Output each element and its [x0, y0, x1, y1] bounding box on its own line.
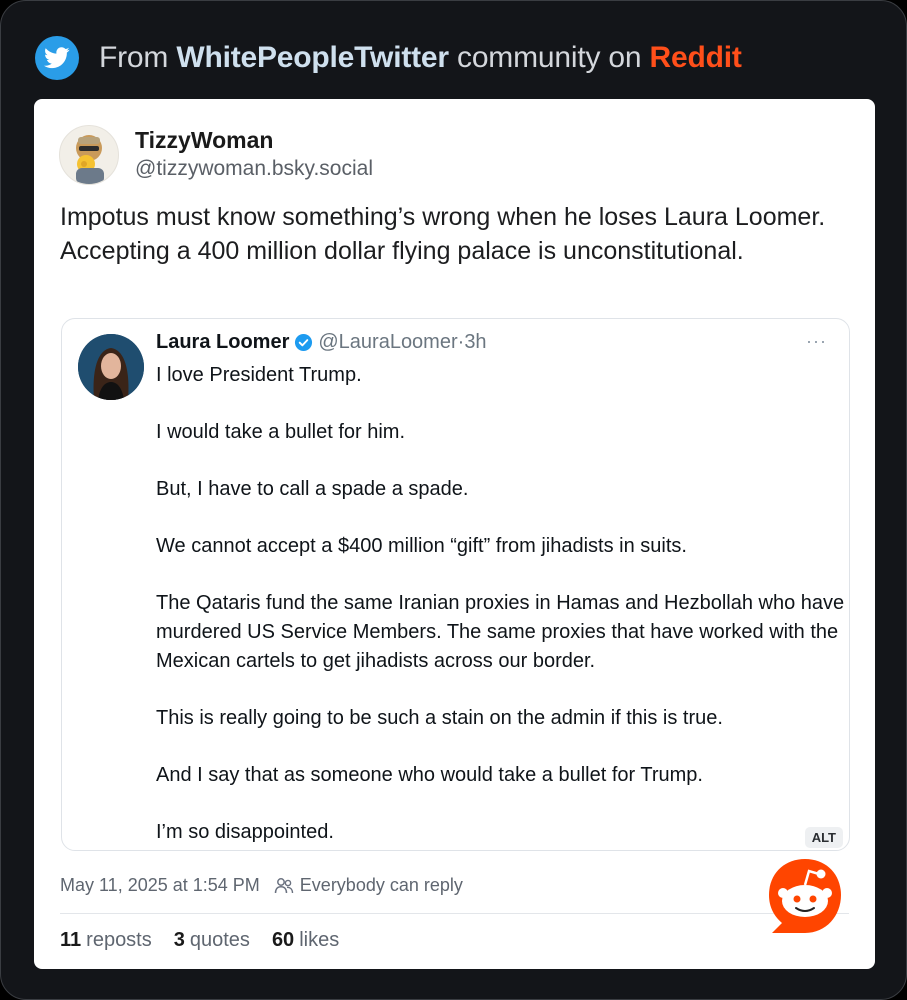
likes-label: likes [299, 929, 340, 951]
likes-count: 60 [271, 929, 295, 951]
author-handle[interactable]: @tizzywoman.bsky.social [135, 157, 373, 181]
post-card: TizzyWoman @tizzywoman.bsky.social Impot… [34, 99, 875, 969]
quoted-paragraph: This is really going to be such a stain … [156, 707, 723, 729]
caption-middle: community on [457, 41, 642, 74]
post-frame: From WhitePeopleTwitter community on Red… [0, 0, 907, 1000]
caption-prefix: From [99, 41, 169, 74]
source-caption: From WhitePeopleTwitter community on Red… [99, 41, 742, 75]
quotes-stat[interactable]: 3 quotes [174, 929, 250, 952]
more-options-icon[interactable]: ··· [806, 331, 827, 352]
quoted-paragraph: We cannot accept a $400 million “gift” f… [156, 535, 687, 557]
people-icon [274, 877, 294, 895]
quoted-post[interactable]: Laura Loomer @LauraLoomer · 3h ··· I lov… [61, 318, 850, 851]
reposts-label: reposts [86, 929, 152, 951]
post-text-line: Impotus must know something’s wrong when… [60, 203, 826, 231]
quoted-time: 3h [464, 331, 487, 353]
quoted-separator: · [457, 331, 465, 353]
likes-stat[interactable]: 60 likes [272, 929, 339, 952]
quoted-header: Laura Loomer @LauraLoomer · 3h [156, 331, 487, 354]
reposts-count: 11 [60, 929, 82, 951]
reddit-snoo-icon [763, 853, 847, 937]
alt-text-badge[interactable]: ALT [804, 827, 843, 848]
author-avatar[interactable] [59, 125, 119, 185]
quoted-paragraph: I’m so disappointed. [156, 821, 334, 843]
source-header: From WhitePeopleTwitter community on Red… [35, 35, 742, 81]
quoted-paragraph: I would take a bullet for him. [156, 421, 406, 443]
reply-setting: Everybody can reply [299, 875, 463, 895]
quotes-label: quotes [189, 929, 250, 951]
quoted-body: I love President Trump. I would take a b… [156, 361, 846, 875]
author-name[interactable]: TizzyWoman [135, 127, 273, 154]
reposts-stat[interactable]: 11 reposts [60, 929, 152, 952]
engagement-stats: 11 reposts 3 quotes 60 likes [60, 929, 361, 952]
post-text-line: Accepting a 400 million dollar flying pa… [60, 237, 744, 265]
quoted-name[interactable]: Laura Loomer [156, 331, 289, 354]
verified-badge-icon [294, 333, 313, 352]
quoted-handle[interactable]: @LauraLoomer [318, 331, 457, 354]
quoted-paragraph: But, I have to call a spade a spade. [156, 478, 469, 500]
community-name[interactable]: WhitePeopleTwitter [176, 41, 449, 74]
divider [60, 913, 849, 914]
post-text: Impotus must know something’s wrong when… [60, 200, 850, 268]
twitter-bird-icon [35, 36, 79, 80]
post-timestamp[interactable]: May 11, 2025 at 1:54 PM [60, 875, 260, 896]
quoted-avatar[interactable] [78, 334, 144, 400]
post-meta: May 11, 2025 at 1:54 PM Everybody can re… [60, 875, 463, 896]
quoted-paragraph: I love President Trump. [156, 364, 362, 386]
quoted-paragraph: And I say that as someone who would take… [156, 764, 703, 786]
quoted-paragraph: The Qataris fund the same Iranian proxie… [156, 592, 845, 672]
platform-name[interactable]: Reddit [650, 41, 742, 74]
quotes-count: 3 [173, 929, 185, 951]
